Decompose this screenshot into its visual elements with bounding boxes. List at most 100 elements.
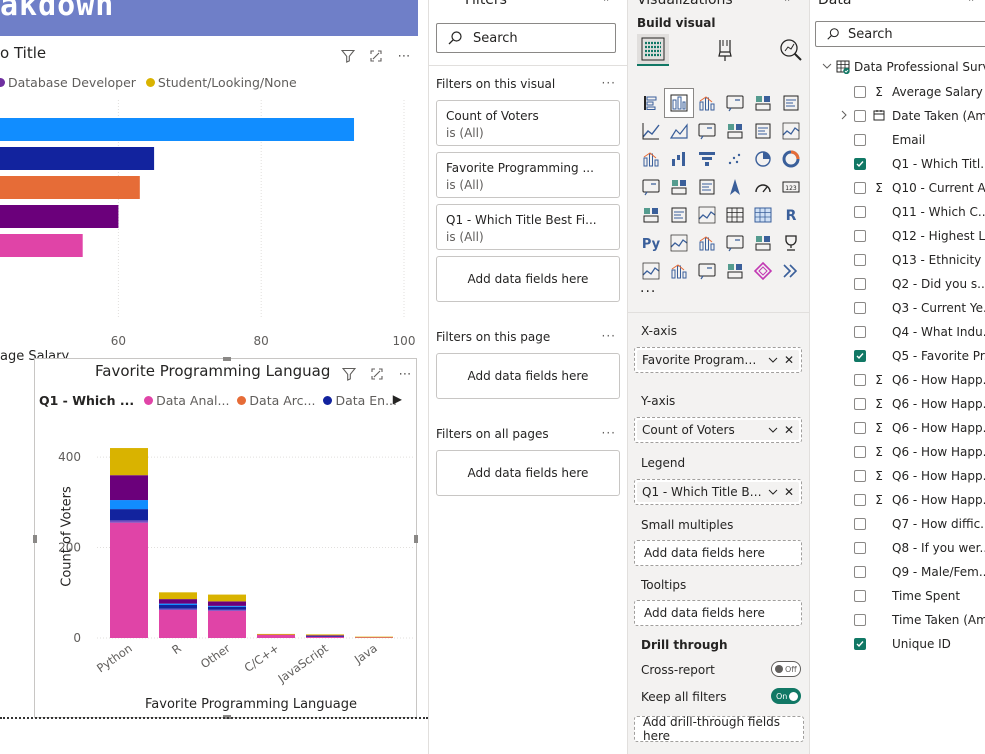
field-checkbox[interactable] [854,158,866,170]
field-checkbox[interactable] [854,86,866,98]
more-options-icon[interactable]: ⋯ [396,48,412,64]
100-stacked-bar-icon[interactable] [749,89,777,117]
stacked-bar-segment[interactable] [208,605,246,607]
stacked-bar-segment[interactable] [208,601,246,606]
field-item[interactable]: Σ Q6 - How Happ... [854,370,985,390]
stacked-bar-segment[interactable] [110,475,148,501]
stacked-bar-segment[interactable] [355,636,393,638]
field-item[interactable]: Q12 - Highest L... [854,226,985,246]
stacked-bar-segment[interactable] [208,609,246,611]
field-item[interactable]: Σ Average Salary [854,82,983,102]
filter-icon[interactable] [341,366,357,382]
field-item[interactable]: Time Taken (Am... [854,610,985,630]
programming-language-visual[interactable]: Favorite Programming Languag ⋯ Q1 - Whic… [33,357,418,719]
chevron-down-icon[interactable] [767,354,779,369]
field-checkbox[interactable] [854,110,866,122]
stacked-bar-segment[interactable] [208,594,246,602]
stacked-bar-segment[interactable] [110,509,148,521]
bar[interactable] [0,176,140,199]
drill-through-drop[interactable]: Add drill-through fields here [634,715,804,743]
field-item[interactable]: Q9 - Male/Fem... [854,562,985,582]
field-item[interactable]: Q5 - Favorite Pr... [854,346,985,366]
100-stacked-area-icon[interactable] [721,117,749,145]
python-visual-icon[interactable]: Py [637,229,665,257]
metrics-icon[interactable] [777,229,805,257]
line-chart-icon[interactable] [637,117,665,145]
r-visual-icon[interactable]: R [777,201,805,229]
kpi-icon[interactable] [665,201,693,229]
stacked-bar-segment[interactable] [306,635,344,637]
waterfall-icon[interactable] [665,145,693,173]
field-item[interactable]: Email [854,130,925,150]
field-item[interactable]: Q4 - What Indu... [854,322,985,342]
more-options-icon[interactable]: ··· [602,76,616,90]
qa-icon[interactable] [721,229,749,257]
field-item[interactable]: Q3 - Current Ye... [854,298,985,318]
field-item[interactable]: Q7 - How diffic... [854,514,985,534]
narrative-icon[interactable] [749,229,777,257]
legend-field-pill[interactable]: Q1 - Which Title Best ... ✕ [634,479,802,505]
clustered-bar-icon[interactable] [693,89,721,117]
build-visual-tab[interactable] [637,34,669,66]
filter-card-favorite-programming[interactable]: Favorite Programming ... is (All) [436,152,620,198]
stacked-bar-segment[interactable] [110,520,148,523]
multi-row-card-icon[interactable] [637,201,665,229]
field-checkbox[interactable] [854,398,866,410]
key-influencers-icon[interactable] [665,229,693,257]
field-item[interactable]: Σ Q6 - How Happ... [854,442,985,462]
field-checkbox[interactable] [854,614,866,626]
chevron-right-icon[interactable] [840,110,848,123]
format-visual-tab[interactable] [709,34,741,66]
field-item[interactable]: Unique ID [854,634,951,654]
scatter-icon[interactable] [721,145,749,173]
stacked-bar-segment[interactable] [208,606,246,610]
field-checkbox[interactable] [854,350,866,362]
legend-item[interactable]: Data Arc... [237,393,315,408]
remove-field-icon[interactable]: ✕ [784,485,794,499]
chevron-down-icon[interactable] [767,424,779,439]
stacked-bar-segment[interactable] [110,448,148,476]
gauge-icon[interactable] [749,173,777,201]
donut-chart-icon[interactable] [777,145,805,173]
remove-field-icon[interactable]: ✕ [784,353,794,367]
field-checkbox[interactable] [854,230,866,242]
field-item[interactable]: Σ Q6 - How Happ... [854,394,985,414]
power-automate-icon[interactable] [693,257,721,285]
field-checkbox[interactable] [854,566,866,578]
filter-icon[interactable] [340,48,356,64]
collapse-filters-icon[interactable]: » [603,0,612,6]
resize-handle[interactable] [223,357,231,361]
paginated-report-icon[interactable] [637,257,665,285]
card-icon[interactable]: 123 [777,173,805,201]
100-stacked-column-icon[interactable] [777,89,805,117]
legend-item[interactable]: Data En... [323,393,397,408]
small-multiples-drop[interactable]: Add data fields here [634,540,802,566]
stacked-bar-segment[interactable] [257,633,295,635]
field-checkbox[interactable] [854,446,866,458]
table-node[interactable]: Data Professional Surv... [822,60,985,74]
report-canvas[interactable]: akdown o Title ⋯ Database Developer Stud… [0,0,428,754]
pie-chart-icon[interactable] [749,145,777,173]
field-checkbox[interactable] [854,182,866,194]
field-checkbox[interactable] [854,134,866,146]
field-item[interactable]: Q8 - If you wer... [854,538,985,558]
stacked-bar-segment[interactable] [159,608,197,610]
stacked-bar-segment[interactable] [110,500,148,510]
azure-ml-icon[interactable] [721,257,749,285]
field-checkbox[interactable] [854,254,866,266]
filled-map-icon[interactable] [693,173,721,201]
field-item[interactable]: Σ Q6 - How Happ... [854,466,985,486]
stacked-bar-segment[interactable] [208,610,246,638]
ribbon-chart-icon[interactable] [637,145,665,173]
slicer-icon[interactable] [693,201,721,229]
stacked-bar-segment[interactable] [110,522,148,638]
decomposition-tree-icon[interactable] [693,229,721,257]
field-item[interactable]: Date Taken (Am... [841,106,985,126]
data-search-input[interactable]: Search [815,21,985,47]
cross-report-toggle[interactable]: Off [771,661,801,677]
matrix-icon[interactable] [749,201,777,229]
field-checkbox[interactable] [854,590,866,602]
collapse-visualizations-icon[interactable]: » [784,0,793,6]
remove-field-icon[interactable]: ✕ [784,423,794,437]
stacked-bar-segment[interactable] [257,634,295,638]
